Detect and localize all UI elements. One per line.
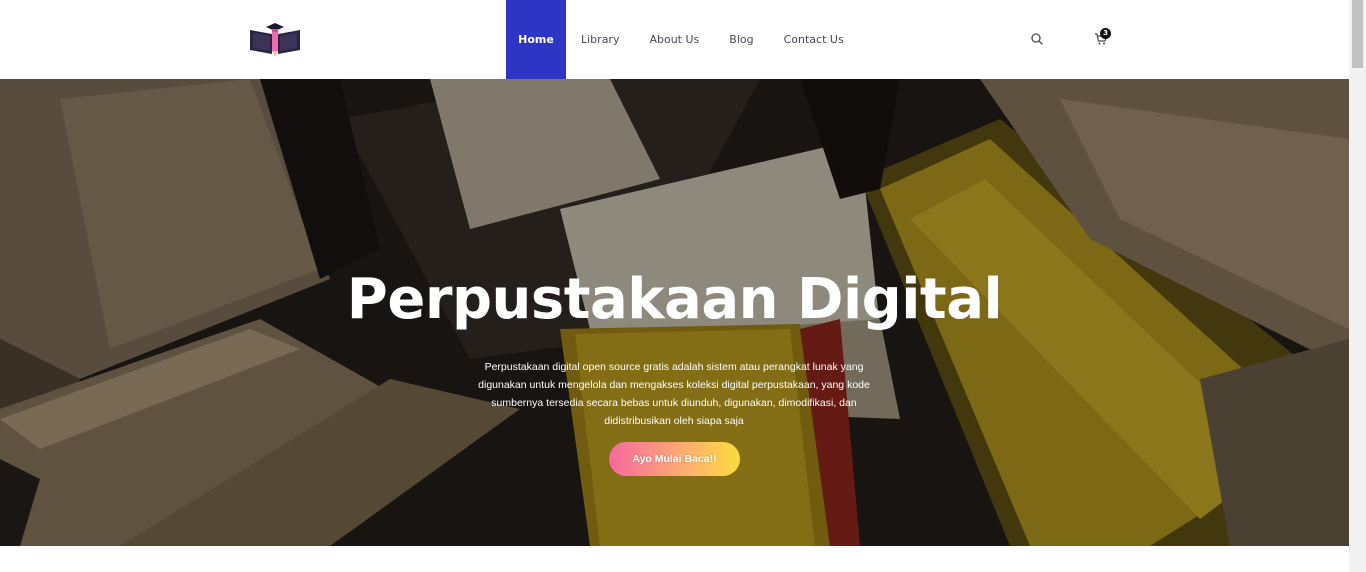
nav-library[interactable]: Library — [566, 0, 634, 79]
cart-count-badge: 3 — [1100, 28, 1111, 39]
nav-about-us[interactable]: About Us — [634, 0, 714, 79]
start-reading-button[interactable]: Ayo Mulai Baca!! — [609, 442, 740, 476]
nav-blog[interactable]: Blog — [714, 0, 768, 79]
content-start — [0, 546, 1349, 572]
search-icon[interactable] — [1030, 32, 1044, 46]
page-scrollbar[interactable] — [1349, 0, 1366, 572]
nav-contact-us[interactable]: Contact Us — [769, 0, 859, 79]
logo-icon[interactable] — [248, 20, 302, 58]
hero-title: Perpustakaan Digital — [346, 267, 1003, 332]
scrollbar-thumb[interactable] — [1352, 0, 1363, 68]
hero-description: Perpustakaan digital open source gratis … — [478, 361, 870, 427]
hero-section: Perpustakaan Digital Perpustakaan digita… — [0, 79, 1349, 546]
main-nav: Home Library About Us Blog Contact Us — [506, 0, 859, 79]
nav-home[interactable]: Home — [506, 0, 566, 79]
site-header: Home Library About Us Blog Contact Us 3 — [0, 0, 1349, 79]
